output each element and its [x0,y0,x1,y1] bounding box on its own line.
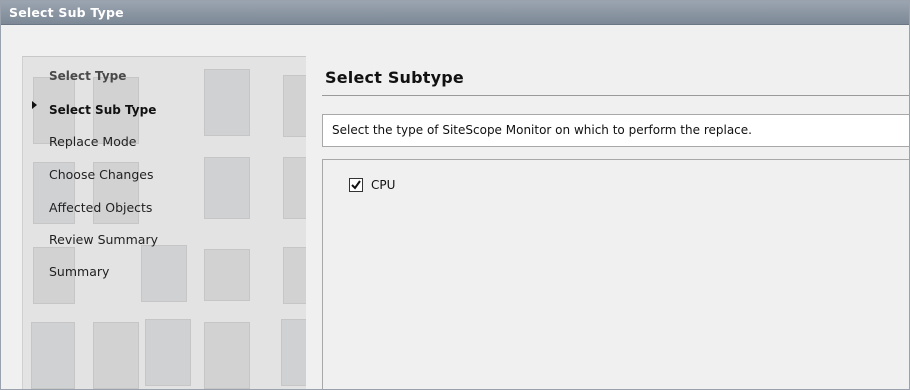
sidebar-decoration [31,322,75,389]
title-divider [322,95,909,96]
sidebar-decoration [283,157,306,219]
wizard-step-review-summary[interactable]: Review Summary [49,232,158,247]
wizard-step-affected-objects[interactable]: Affected Objects [49,200,152,215]
sidebar-decoration [93,322,139,389]
subtype-list: CPU [322,159,909,389]
sidebar-decoration [204,157,250,219]
sidebar-decoration [204,69,250,136]
sidebar-decoration [281,319,306,386]
wizard-step-select-sub-type[interactable]: Select Sub Type [49,103,156,117]
description-text: Select the type of SiteScope Monitor on … [332,123,752,137]
wizard-step-select-type[interactable]: Select Type [49,69,126,83]
page-title: Select Subtype [325,68,464,87]
sidebar-decoration [283,75,306,137]
wizard-steps-sidebar: Select Type Select Sub Type Replace Mode… [22,56,306,389]
wizard-window: Select Sub Type Select Type Select Sub T… [0,0,910,390]
sidebar-decoration [283,247,306,304]
sidebar-decoration [145,319,191,386]
wizard-step-choose-changes[interactable]: Choose Changes [49,167,154,182]
cpu-label: CPU [371,178,396,192]
title-bar: Select Sub Type [1,1,909,25]
triangle-right-icon [32,101,37,109]
sidebar-decoration [204,322,250,389]
sidebar-decoration [204,249,250,301]
wizard-step-summary[interactable]: Summary [49,264,109,279]
checkmark-icon [351,180,361,190]
description-box: Select the type of SiteScope Monitor on … [322,114,909,147]
wizard-step-replace-mode[interactable]: Replace Mode [49,134,136,149]
window-title: Select Sub Type [9,5,124,20]
sidebar-decoration [141,245,187,302]
cpu-checkbox[interactable] [349,178,363,192]
